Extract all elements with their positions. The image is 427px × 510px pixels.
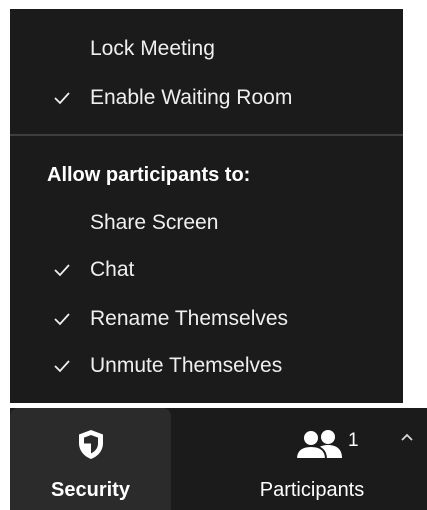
participants-count-badge: 1 <box>348 430 359 451</box>
allow-participants-header: Allow participants to: <box>47 164 251 186</box>
shield-icon <box>79 430 103 459</box>
menu-item-chat[interactable]: Chat <box>10 252 403 288</box>
menu-item-label: Lock Meeting <box>90 37 215 60</box>
menu-item-label: Enable Waiting Room <box>90 86 293 109</box>
security-label: Security <box>51 479 130 501</box>
meeting-toolbar: Security 1 Participants <box>10 408 427 510</box>
menu-item-unmute-themselves[interactable]: Unmute Themselves <box>10 348 403 384</box>
participants-icon <box>296 429 342 460</box>
checkmark-icon <box>54 264 70 277</box>
participants-label: Participants <box>259 479 365 501</box>
menu-item-label: Unmute Themselves <box>90 354 283 377</box>
menu-item-label: Rename Themselves <box>90 307 289 330</box>
checkmark-icon <box>54 360 70 373</box>
participants-button[interactable]: 1 Participants <box>232 408 392 510</box>
menu-item-label: Chat <box>90 258 135 281</box>
menu-divider <box>10 134 403 136</box>
chevron-up-icon[interactable] <box>400 432 414 442</box>
checkmark-icon <box>54 92 70 105</box>
security-button[interactable]: Security <box>10 408 171 510</box>
menu-item-rename-themselves[interactable]: Rename Themselves <box>10 301 403 337</box>
menu-item-share-screen[interactable]: Share Screen <box>10 205 403 241</box>
checkmark-icon <box>54 313 70 326</box>
security-menu: Lock Meeting Enable Waiting Room Allow p… <box>10 9 403 403</box>
menu-item-label: Share Screen <box>90 211 219 234</box>
menu-item-lock-meeting[interactable]: Lock Meeting <box>10 31 403 67</box>
menu-item-enable-waiting-room[interactable]: Enable Waiting Room <box>10 80 403 116</box>
